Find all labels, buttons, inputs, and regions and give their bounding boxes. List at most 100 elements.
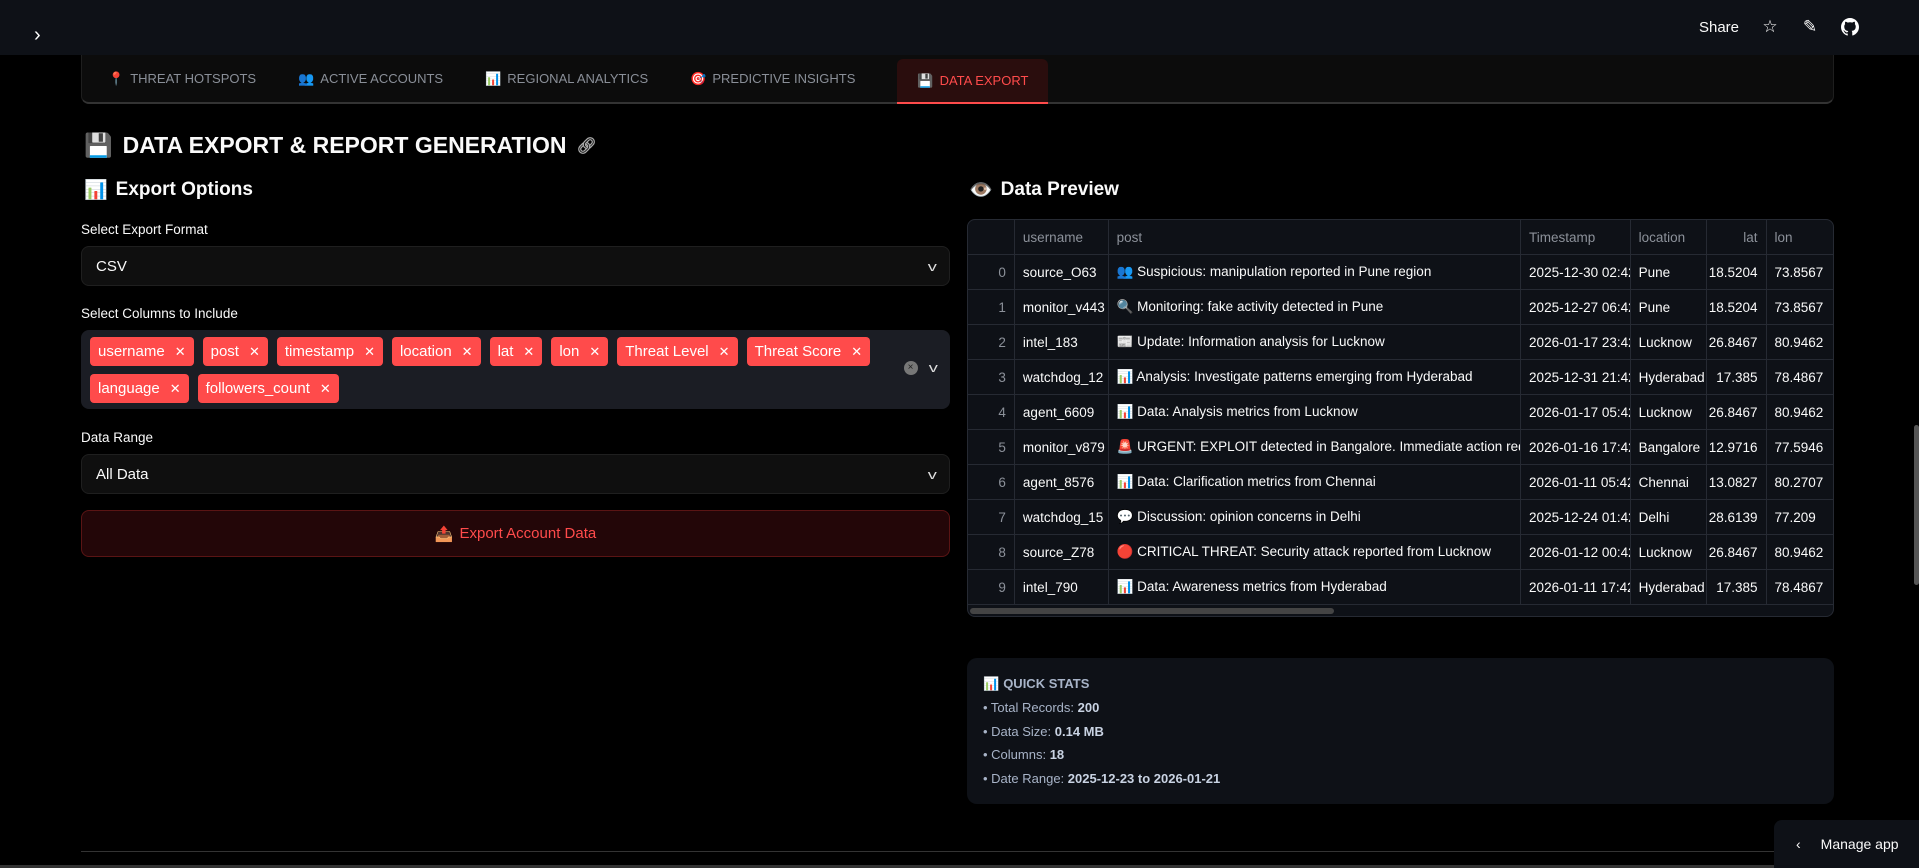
table-row[interactable]: 7 watchdog_15 💬 Discussion: opinion concer… — [968, 500, 1833, 535]
remove-chip-icon[interactable]: ✕ — [170, 381, 181, 397]
github-icon[interactable] — [1841, 18, 1859, 36]
table-cell: 13.0827 — [1707, 465, 1767, 499]
manage-app-button[interactable]: ‹ Manage app — [1774, 820, 1919, 868]
column-chip: Threat Score ✕ — [746, 337, 871, 366]
table-cell: 80.9462 — [1774, 404, 1824, 420]
vertical-scrollbar[interactable] — [1914, 425, 1919, 585]
stat-label: • Data Size: — [983, 723, 1055, 739]
column-header[interactable]: Timestamp — [1521, 220, 1631, 254]
quick-stats-card: 📊 QUICK STATS • Total Records: 200 • Data … — [967, 658, 1834, 804]
chevron-right-icon[interactable]: › — [34, 24, 41, 47]
table-cell: intel_183 — [1015, 325, 1109, 359]
bar-chart-icon: 📊 — [84, 180, 108, 201]
tab-active-accounts[interactable]: 👥 Active Accounts — [298, 55, 469, 102]
table-cell: 26.8467 — [1707, 395, 1767, 429]
table-cell: 📊 Analysis: Investigate patterns emergin… — [1109, 360, 1522, 394]
table-cell: 12.9716 — [1707, 430, 1767, 464]
remove-chip-icon[interactable]: ✕ — [589, 344, 600, 360]
stat-label: • Columns: — [983, 747, 1050, 762]
column-header[interactable]: post — [1109, 220, 1522, 254]
stat-line: • Data Size: 0.14 MB — [983, 724, 1818, 739]
table-cell: 77.209 — [1774, 509, 1816, 525]
tab-data-export[interactable]: 💾 Data Export — [897, 59, 1049, 104]
clear-all-icon[interactable]: × — [903, 360, 918, 375]
remove-chip-icon[interactable]: ✕ — [320, 381, 331, 397]
tab-threat-hotspots[interactable]: 📍 Threat Hotspots — [108, 55, 282, 102]
table-cell: 2025-12-30 02:42 — [1521, 255, 1631, 289]
tab-regional-analytics[interactable]: 📊 Regional Analytics — [485, 55, 674, 102]
table-row[interactable]: 5 monitor_v879 🚨 URGENT: EXPLOIT detected … — [968, 430, 1833, 465]
table-cell: 0 — [968, 255, 1015, 289]
remove-chip-icon[interactable]: ✕ — [364, 344, 375, 360]
column-chip: username ✕ — [90, 337, 194, 366]
export-format-select[interactable]: CSV v — [81, 246, 950, 286]
tab-predictive-insights[interactable]: 🎯 Predictive Insights — [690, 55, 881, 102]
column-header[interactable]: lon — [1767, 220, 1833, 254]
column-header[interactable]: location — [1631, 220, 1708, 254]
table-cell: agent_6609 — [1015, 395, 1109, 429]
column-header[interactable] — [968, 220, 1015, 254]
column-chip: language ✕ — [90, 374, 189, 403]
chip-label: username — [98, 343, 165, 360]
bar-chart-icon: 📊 — [983, 676, 1000, 691]
data-preview-table[interactable]: username post Timestamp location lat lon 0 sour… — [967, 219, 1834, 617]
chevron-down-icon[interactable]: v — [928, 360, 937, 375]
table-row[interactable]: 2 intel_183 📰 Update: Information analysis… — [968, 325, 1833, 360]
share-button[interactable]: Share — [1699, 19, 1739, 36]
remove-chip-icon[interactable]: ✕ — [523, 344, 534, 360]
tab-label: Threat Hotspots — [130, 71, 257, 86]
table-cell: 2 — [968, 325, 1015, 359]
columns-multiselect[interactable]: username ✕ post ✕ timestamp ✕ location ✕ lat ✕ lon… — [81, 330, 950, 409]
horizontal-scrollbar[interactable] — [970, 608, 1334, 614]
star-icon[interactable]: ☆ — [1761, 17, 1779, 36]
table-row[interactable]: 4 agent_6609 📊 Data: Analysis metrics from… — [968, 395, 1833, 430]
remove-chip-icon[interactable]: ✕ — [851, 344, 862, 360]
column-header[interactable]: username — [1015, 220, 1109, 254]
table-cell: 2026-01-16 17:42 — [1521, 430, 1631, 464]
table-cell: 2026-01-12 00:42 — [1521, 535, 1631, 569]
table-cell: 9 — [968, 570, 1015, 604]
eye-icon: 👁️ — [969, 180, 993, 201]
table-cell: Hyderabad — [1631, 360, 1708, 394]
table-cell: 🔴 CRITICAL THREAT: Security attack repor… — [1109, 535, 1522, 569]
export-options-heading: 📊 Export Options — [84, 178, 253, 202]
table-row[interactable]: 9 intel_790 📊 Data: Awareness metrics from… — [968, 570, 1833, 605]
table-cell: 💬 Discussion: opinion concerns in Delhi — [1109, 500, 1522, 534]
table-cell: watchdog_15 — [1015, 500, 1109, 534]
divider — [81, 851, 1834, 852]
table-cell: 📊 Data: Analysis metrics from Lucknow — [1109, 395, 1522, 429]
table-cell: Hyderabad — [1631, 570, 1708, 604]
column-header[interactable]: lat — [1707, 220, 1767, 254]
table-row[interactable]: 1 monitor_v443 🔍 Monitoring: fake activity… — [968, 290, 1833, 325]
table-cell: 4 — [968, 395, 1015, 429]
table-cell: Delhi — [1631, 500, 1708, 534]
table-cell: intel_790 — [1015, 570, 1109, 604]
table-cell: 2026-01-17 05:42 — [1521, 395, 1631, 429]
stat-label: • Date Range: — [983, 770, 1068, 786]
link-icon[interactable]: 🔗︎ — [576, 136, 596, 156]
table-cell: Pune — [1631, 290, 1708, 324]
columns-label: Select Columns to Include — [81, 306, 238, 321]
table-cell: 👥 Suspicious: manipulation reported in P… — [1109, 255, 1522, 289]
table-row[interactable]: 8 source_Z78 🔴 CRITICAL THREAT: Security a… — [968, 535, 1833, 570]
pencil-icon[interactable]: ✎ — [1801, 17, 1819, 36]
data-range-select[interactable]: All Data v — [81, 454, 950, 494]
page-title: 💾 DATA EXPORT & REPORT GENERATION 🔗︎ — [84, 132, 597, 159]
table-row[interactable]: 0 source_O63 👥 Suspicious: manipulation re… — [968, 255, 1833, 290]
table-row[interactable]: 3 watchdog_12 📊 Analysis: Investigate patt… — [968, 360, 1833, 395]
table-cell: Lucknow — [1631, 535, 1708, 569]
table-cell: 📊 Data: Awareness metrics from Hyderabad — [1109, 570, 1522, 604]
table-cell: 🔍 Monitoring: fake activity detected in … — [1109, 290, 1522, 324]
remove-chip-icon[interactable]: ✕ — [249, 344, 260, 360]
remove-chip-icon[interactable]: ✕ — [462, 344, 473, 360]
table-cell: 2025-12-31 21:42 — [1521, 360, 1631, 394]
table-cell: 80.9462 — [1774, 544, 1824, 560]
table-row[interactable]: 6 agent_8576 📊 Data: Clarification metrics… — [968, 465, 1833, 500]
remove-chip-icon[interactable]: ✕ — [719, 344, 730, 360]
table-cell: 7 — [968, 500, 1015, 534]
table-cell: 2026-01-11 05:42 — [1521, 465, 1631, 499]
export-account-data-button[interactable]: 📤 Export Account Data — [81, 510, 950, 557]
remove-chip-icon[interactable]: ✕ — [175, 344, 186, 360]
export-button-label: Export Account Data — [459, 525, 597, 542]
table-cell: source_O63 — [1015, 255, 1109, 289]
